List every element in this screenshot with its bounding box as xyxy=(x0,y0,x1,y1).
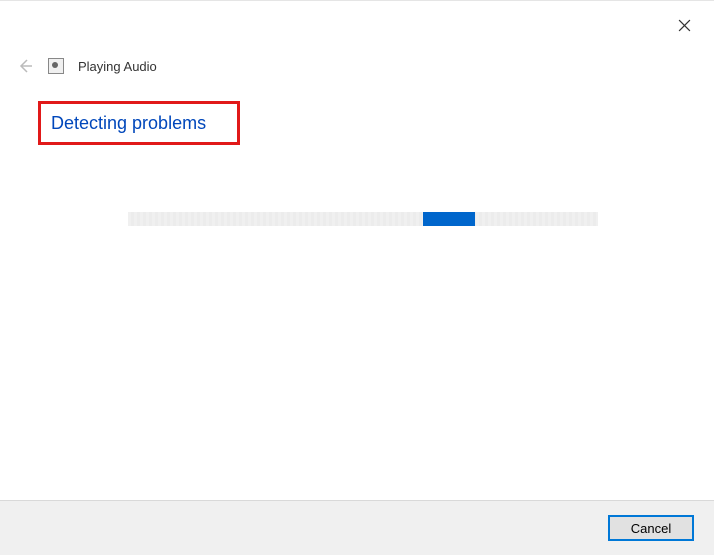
audio-troubleshooter-icon xyxy=(48,58,64,74)
progress-bar xyxy=(128,212,598,226)
back-button xyxy=(16,57,34,75)
header: Playing Audio xyxy=(16,57,157,75)
footer: Cancel xyxy=(0,500,714,555)
back-arrow-icon xyxy=(17,58,33,74)
status-heading: Detecting problems xyxy=(51,113,206,134)
page-title: Playing Audio xyxy=(78,59,157,74)
progress-indicator xyxy=(423,212,475,226)
close-button[interactable] xyxy=(674,15,694,35)
cancel-button[interactable]: Cancel xyxy=(608,515,694,541)
close-icon xyxy=(678,19,691,32)
highlight-annotation: Detecting problems xyxy=(38,101,240,145)
